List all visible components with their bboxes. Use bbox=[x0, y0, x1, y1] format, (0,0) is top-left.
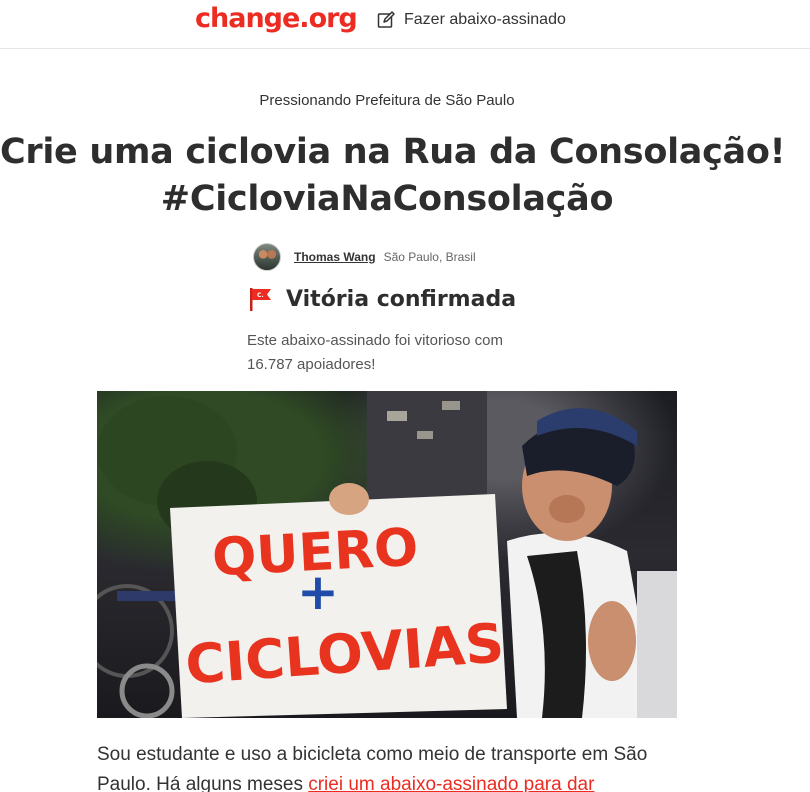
svg-text:C.: C. bbox=[257, 292, 264, 299]
pencil-square-icon bbox=[377, 11, 395, 28]
change-org-logo[interactable]: change.org bbox=[195, 3, 358, 34]
author-location: São Paulo, Brasil bbox=[383, 250, 476, 264]
start-petition-button[interactable]: Fazer abaixo-assinado bbox=[377, 9, 566, 31]
petition-description: Sou estudante e uso a bicicleta como mei… bbox=[97, 740, 697, 792]
victory-status: C. Vitória confirmada bbox=[246, 285, 516, 313]
victory-description: Este abaixo-assinado foi vitorioso com 1… bbox=[247, 332, 503, 373]
author-avatar[interactable] bbox=[253, 243, 281, 271]
petition-target: Pressionando Prefeitura de São Paulo bbox=[259, 92, 515, 109]
description-link[interactable]: criei um abaixo-assinado para dar bbox=[308, 774, 594, 792]
flag-icon: C. bbox=[250, 288, 271, 311]
start-petition-label: Fazer abaixo-assinado bbox=[404, 11, 566, 28]
top-navigation-bar: change.org Fazer abaixo-assinado bbox=[0, 0, 810, 49]
author-name-link[interactable]: Thomas Wang bbox=[294, 250, 376, 264]
petition-title: Crie uma ciclovia na Rua da Consolação! … bbox=[0, 129, 786, 223]
sign-plus: + bbox=[297, 563, 339, 621]
victory-label: Vitória confirmada bbox=[286, 286, 517, 312]
petition-author: Thomas Wang São Paulo, Brasil bbox=[253, 243, 476, 271]
petition-title-line2: #CicloviaNaConsolação bbox=[160, 179, 614, 219]
petition-title-line1: Crie uma ciclovia na Rua da Consolação! bbox=[0, 132, 786, 172]
petition-photo: QUERO + CICLOVIAS bbox=[97, 391, 677, 718]
